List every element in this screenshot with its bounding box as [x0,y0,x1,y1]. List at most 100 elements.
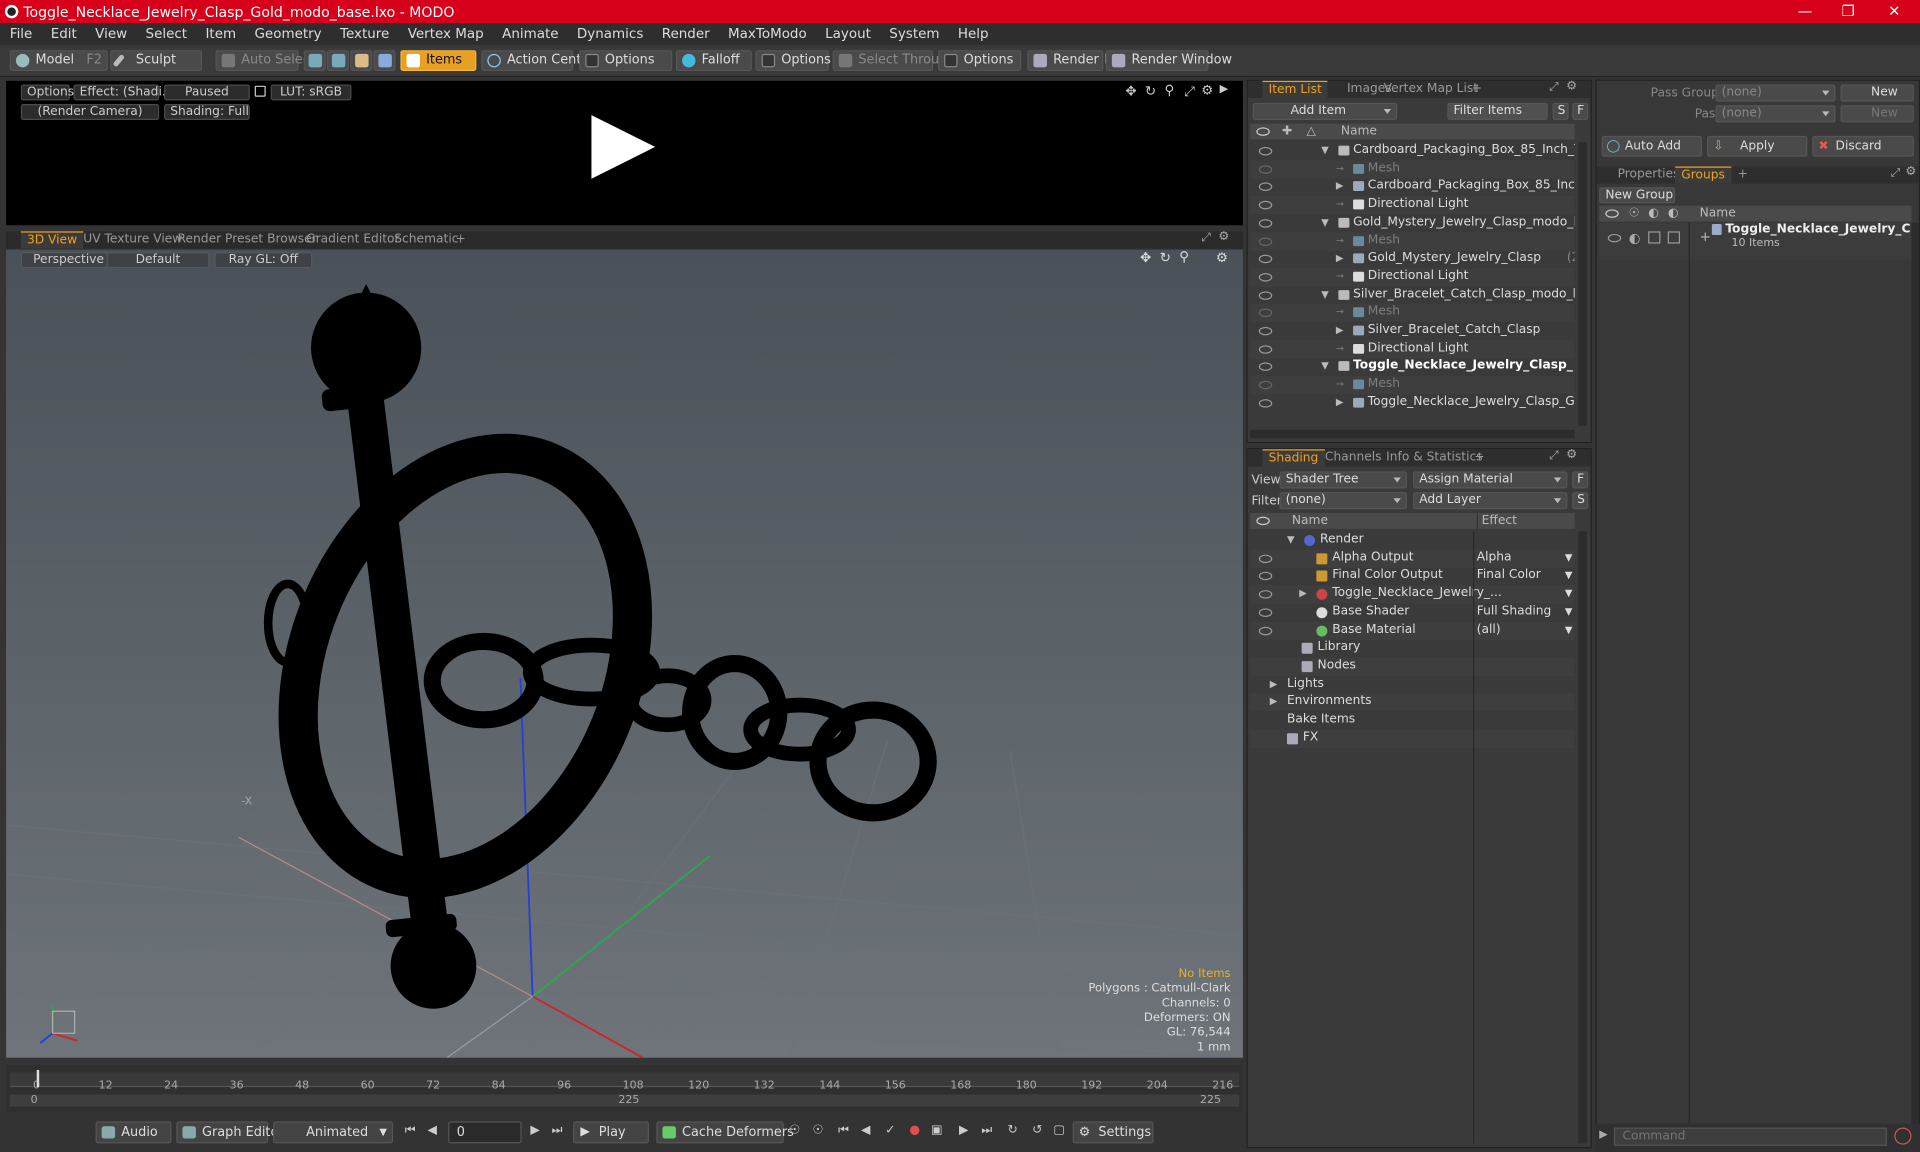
lock-icon[interactable] [254,85,266,97]
step-back-icon[interactable]: ◀ [424,1124,441,1141]
pan-icon[interactable]: ✥ [1125,83,1136,99]
maximize-icon[interactable]: ⤢ [1891,166,1901,179]
visibility-eye-icon[interactable] [1258,626,1273,635]
visibility-column-icon[interactable] [1256,127,1270,136]
visibility-eye-icon[interactable] [1258,290,1273,300]
command-history-icon[interactable] [1894,1127,1912,1145]
items-select-button[interactable]: Items [400,50,477,72]
lock-checkbox[interactable] [1648,231,1661,244]
auto-add-button[interactable]: ◯ Auto Add [1601,135,1703,157]
item-list-row[interactable]: ▼ Silver_Bracelet_Catch_Clasp_modo_bas ..… [1250,286,1575,304]
item-list-row[interactable]: → Mesh [1250,303,1575,323]
menu-render[interactable]: Render [652,23,718,42]
menu-animate[interactable]: Animate [492,23,567,42]
restore-icon[interactable]: ❐ [1842,2,1855,19]
zoom-icon[interactable]: ⚲ [1164,82,1174,98]
item-list-row[interactable]: ▶ Cardboard_Packaging_Box_85_Inch_... [1250,178,1575,196]
expand-arrow-icon[interactable]: ▶ [1336,180,1344,191]
menu-maxtomodo[interactable]: MaxToModo [718,23,815,42]
select-column-icon[interactable]: ◐ [1668,206,1679,222]
perspective-dropdown[interactable]: Perspective [20,252,117,269]
lut-dropdown[interactable]: LUT: sRGB [270,84,352,101]
effect-dropdown[interactable]: (all) [1477,623,1501,636]
visibility-eye-icon[interactable] [1258,254,1273,264]
visibility-eye-icon[interactable] [1258,590,1273,599]
visibility-eye-icon[interactable] [1258,200,1273,210]
group-row[interactable]: ◐ + Toggle_Necklace_Jewelry_Cl... 10 Ite… [1599,222,1920,260]
expand-arrow-icon[interactable]: ▶ [1299,588,1307,599]
collapse-arrow-icon[interactable]: ▼ [1321,288,1329,299]
collapse-arrow-icon[interactable]: ▼ [1287,534,1295,545]
assign-material-dropdown[interactable]: Assign Material [1413,471,1568,489]
tab-shading[interactable]: Shading [1262,449,1325,467]
chevron-down-icon[interactable]: ▼ [1565,588,1573,599]
range-icon[interactable]: ▢ [1051,1124,1068,1141]
item-list-scrollbar[interactable] [1578,142,1587,427]
render-effect-dropdown[interactable]: Effect: (Shadi... [73,84,174,101]
add-tab-button[interactable]: + [1731,166,1754,183]
visibility-eye-icon[interactable] [1258,236,1273,246]
effect-dropdown[interactable]: Final Color [1477,569,1541,582]
command-expand-icon[interactable]: ▶ [1599,1129,1607,1141]
effect-column-header[interactable]: Effect [1476,512,1517,529]
close-icon[interactable]: ✕ [1888,2,1900,19]
menu-dynamics[interactable]: Dynamics [567,23,652,42]
name-column-header[interactable]: Name [1700,206,1736,222]
shader-tree-row[interactable]: Alpha Output Alpha ▼ [1250,549,1575,568]
shader-tree-row[interactable]: ▶ Toggle_Necklace_Jewelry_... ▼ [1250,585,1575,604]
visibility-eye-icon[interactable] [1258,608,1273,617]
go-end-icon[interactable]: ⏭ [549,1124,566,1141]
sculpt-mode-button[interactable]: Sculpt [110,50,203,72]
select-through-button[interactable]: Select Through [832,50,955,72]
falloff-options-button[interactable]: Options [755,50,831,72]
action-center-options-button[interactable]: Options [579,50,673,72]
key-delete-icon[interactable]: ▣ [928,1124,945,1141]
gear-icon[interactable]: ⚙ [1218,230,1229,243]
expand-arrow-icon[interactable]: ▶ [1220,83,1228,95]
zoom-icon[interactable]: ⚲ [1179,250,1189,265]
expand-arrow-icon[interactable]: ▶ [1336,396,1344,407]
tab-3d-view[interactable]: 3D View [20,231,84,249]
polygon-select-button[interactable] [350,50,373,72]
menu-select[interactable]: Select [136,23,196,42]
render-paused-button[interactable]: Paused [164,84,250,101]
visibility-eye-icon[interactable] [1258,362,1273,372]
shader-tree-row[interactable]: ▼ Render [1250,531,1574,549]
visibility-eye-icon[interactable] [1258,272,1273,282]
new-pass-group-button[interactable]: New [1840,84,1914,102]
visibility-column-icon[interactable] [1256,516,1270,526]
vertex-select-button[interactable] [303,50,326,72]
shader-tree-row[interactable]: FX [1250,729,1575,748]
name-column-header[interactable]: Name [1341,124,1377,140]
visibility-eye-icon[interactable] [1258,182,1273,192]
render-options-button[interactable]: Options [20,84,74,101]
next-key2-icon[interactable]: ⏭ [978,1124,995,1141]
item-list-row[interactable]: → Directional Light [1250,195,1575,215]
shading-dropdown[interactable]: Shading: Full [164,104,250,120]
item-list-row[interactable]: → Directional Light [1250,339,1575,359]
gear-icon[interactable]: ⚙ [1216,250,1228,266]
expand-arrow-icon[interactable]: ▶ [1336,324,1344,335]
item-list-row[interactable]: → Directional Light [1250,267,1575,287]
expand-arrow-icon[interactable]: ▶ [1270,696,1278,707]
apply-button[interactable]: ⇩ Apply [1706,135,1808,157]
edge-select-button[interactable] [326,50,349,72]
action-center-button[interactable]: Action Center [481,50,595,72]
item-list-row[interactable]: ▶Silver_Bracelet_Catch_Clasp(2) [1250,322,1575,340]
visibility-column-icon[interactable] [1605,209,1619,218]
new-pass-button[interactable]: New [1840,105,1914,123]
rotate-icon[interactable]: ↻ [1145,83,1156,99]
cache-deformers-button[interactable]: Cache Deformers [656,1121,794,1144]
play-render-icon[interactable] [591,115,656,179]
visibility-eye-icon[interactable] [1258,380,1273,390]
gear-icon[interactable]: ⚙ [1201,82,1213,98]
discard-button[interactable]: ✖ Discard [1812,135,1914,157]
play-button[interactable]: ▶ Play [573,1121,649,1144]
maximize-icon[interactable]: ⤢ [1201,231,1211,244]
key-icon[interactable]: ☉ [786,1124,803,1141]
filter-s-button[interactable]: S [1552,102,1569,120]
render-toggle-icon[interactable]: ◐ [1629,230,1641,246]
select-through-options-button[interactable]: Options [937,50,1022,72]
visibility-eye-icon[interactable] [1258,344,1273,354]
view-dropdown[interactable]: Shader Tree [1279,471,1407,489]
